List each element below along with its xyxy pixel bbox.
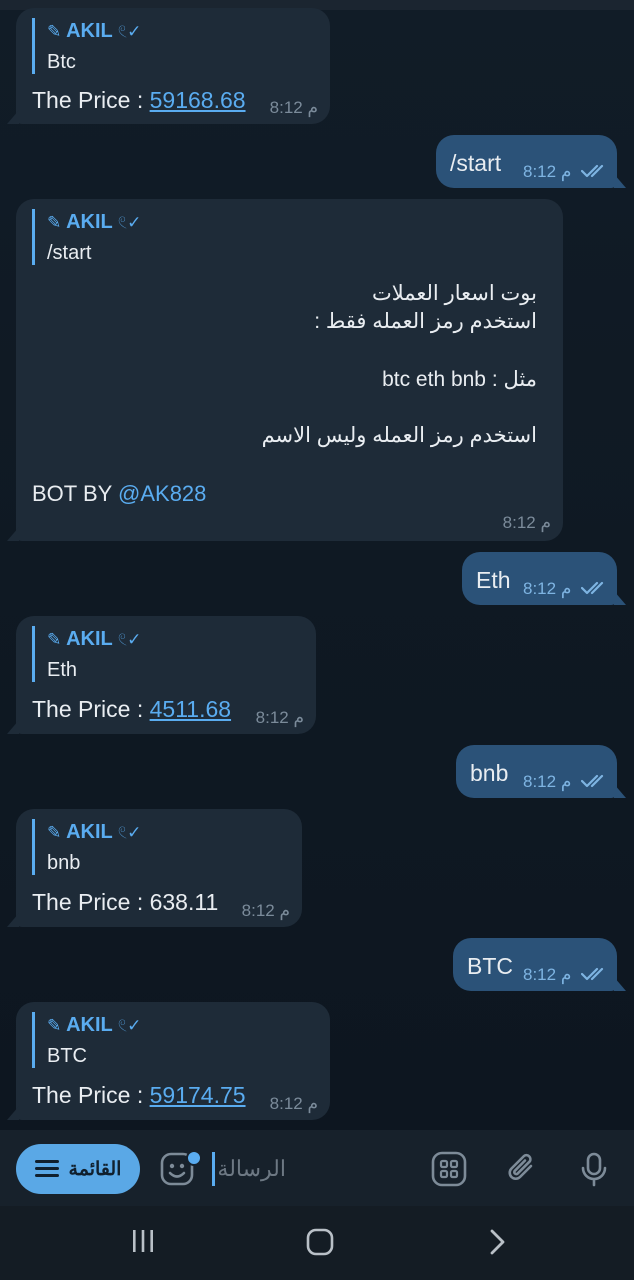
- price-line: The Price : 59174.75: [32, 1082, 246, 1108]
- message-time: 8:12 م: [523, 162, 572, 181]
- double-check-icon: [581, 164, 604, 178]
- recents-icon[interactable]: [130, 1228, 156, 1254]
- reply-text: bnb: [47, 852, 81, 874]
- message-text: Eth: [476, 567, 511, 593]
- message-text: bnb: [470, 760, 509, 786]
- reply-quote[interactable]: ✎ AKIL 𓏲✓ Eth: [32, 626, 141, 682]
- reply-text: Eth: [47, 659, 78, 681]
- message-line: مثل : btc eth bnb: [382, 368, 537, 391]
- price-line: The Price : 638.11: [32, 889, 219, 915]
- attach-icon[interactable]: [504, 1150, 542, 1188]
- message-line: استخدم رمز العمله فقط :: [314, 310, 537, 333]
- apps-icon[interactable]: [430, 1150, 468, 1188]
- hamburger-icon: [34, 1160, 59, 1178]
- reply-sender: ✎ AKIL 𓏲✓: [47, 20, 142, 42]
- double-check-icon: [581, 774, 604, 788]
- price-line: The Price : 4511.68: [32, 696, 232, 722]
- reply-sender: ✎ AKIL 𓏲✓: [47, 628, 142, 650]
- message-bubble-incoming[interactable]: ✎ AKIL 𓏲✓ BTC The Price : 59174.75 8:12 …: [16, 1002, 330, 1120]
- reply-sender: ✎ AKIL 𓏲✓: [47, 821, 142, 843]
- message-time: 8:12 م: [502, 513, 551, 532]
- double-check-icon: [581, 967, 604, 981]
- notification-dot: [186, 1150, 202, 1166]
- menu-button-label: القائمة: [68, 1158, 122, 1180]
- reply-sender: ✎ AKIL 𓏲✓: [47, 211, 142, 233]
- message-input[interactable]: [216, 1152, 286, 1186]
- message-text: BTC: [467, 953, 513, 979]
- message-bubble-outgoing[interactable]: BTC 8:12 م: [453, 938, 617, 991]
- reply-sender: ✎ AKIL 𓏲✓: [47, 1014, 142, 1036]
- reply-text: BTC: [47, 1045, 87, 1067]
- home-icon[interactable]: [306, 1228, 334, 1256]
- message-time: 8:12 م: [241, 901, 290, 920]
- message-time: 8:12 م: [523, 965, 572, 984]
- reply-text: Btc: [47, 51, 76, 73]
- price-link[interactable]: 4511.68: [150, 696, 231, 722]
- reply-quote[interactable]: ✎ AKIL 𓏲✓ Btc: [32, 18, 141, 74]
- message-time: 8:12 م: [255, 708, 304, 727]
- username-mention[interactable]: @AK828: [118, 481, 206, 506]
- message-bubble-outgoing[interactable]: bnb 8:12 م: [456, 745, 617, 798]
- back-icon[interactable]: [486, 1228, 510, 1256]
- message-time: 8:12 م: [523, 579, 572, 598]
- message-time: 8:12 م: [523, 772, 572, 791]
- message-time: 8:12 م: [269, 1094, 318, 1113]
- double-check-icon: [581, 581, 604, 595]
- message-bubble-outgoing[interactable]: /start 8:12 م: [436, 135, 617, 188]
- reply-text: /start: [47, 242, 92, 264]
- message-line: بوت اسعار العملات: [371, 282, 537, 305]
- message-line: استخدم رمز العمله وليس الاسم: [261, 424, 537, 447]
- system-navigation-bar: [0, 1206, 634, 1280]
- reply-quote[interactable]: ✎ AKIL 𓏲✓ BTC: [32, 1012, 141, 1068]
- message-input-bar: القائمة: [0, 1130, 634, 1206]
- message-bubble-incoming[interactable]: ✎ AKIL 𓏲✓ /start بوت اسعار العملات استخد…: [16, 199, 563, 541]
- price-line: The Price : 59168.68: [32, 87, 246, 113]
- reply-quote[interactable]: ✎ AKIL 𓏲✓ /start: [32, 209, 141, 265]
- message-bubble-outgoing[interactable]: Eth 8:12 م: [462, 552, 617, 605]
- message-time: 8:12 م: [269, 98, 318, 117]
- message-bubble-incoming[interactable]: ✎ AKIL 𓏲✓ Btc The Price : 59168.68 8:12 …: [16, 8, 330, 124]
- message-text: /start: [450, 150, 502, 176]
- text-caret: [212, 1152, 215, 1186]
- message-bubble-incoming[interactable]: ✎ AKIL 𓏲✓ Eth The Price : 4511.68 8:12 م: [16, 616, 316, 734]
- reply-quote[interactable]: ✎ AKIL 𓏲✓ bnb: [32, 819, 141, 875]
- message-bubble-incoming[interactable]: ✎ AKIL 𓏲✓ bnb The Price : 638.11 8:12 م: [16, 809, 302, 927]
- price-link[interactable]: 59168.68: [150, 87, 246, 113]
- menu-button[interactable]: القائمة: [16, 1144, 140, 1194]
- price-link[interactable]: 59174.75: [150, 1082, 246, 1108]
- mic-icon[interactable]: [575, 1150, 613, 1188]
- footer-line: BOT BY @AK828: [32, 481, 207, 506]
